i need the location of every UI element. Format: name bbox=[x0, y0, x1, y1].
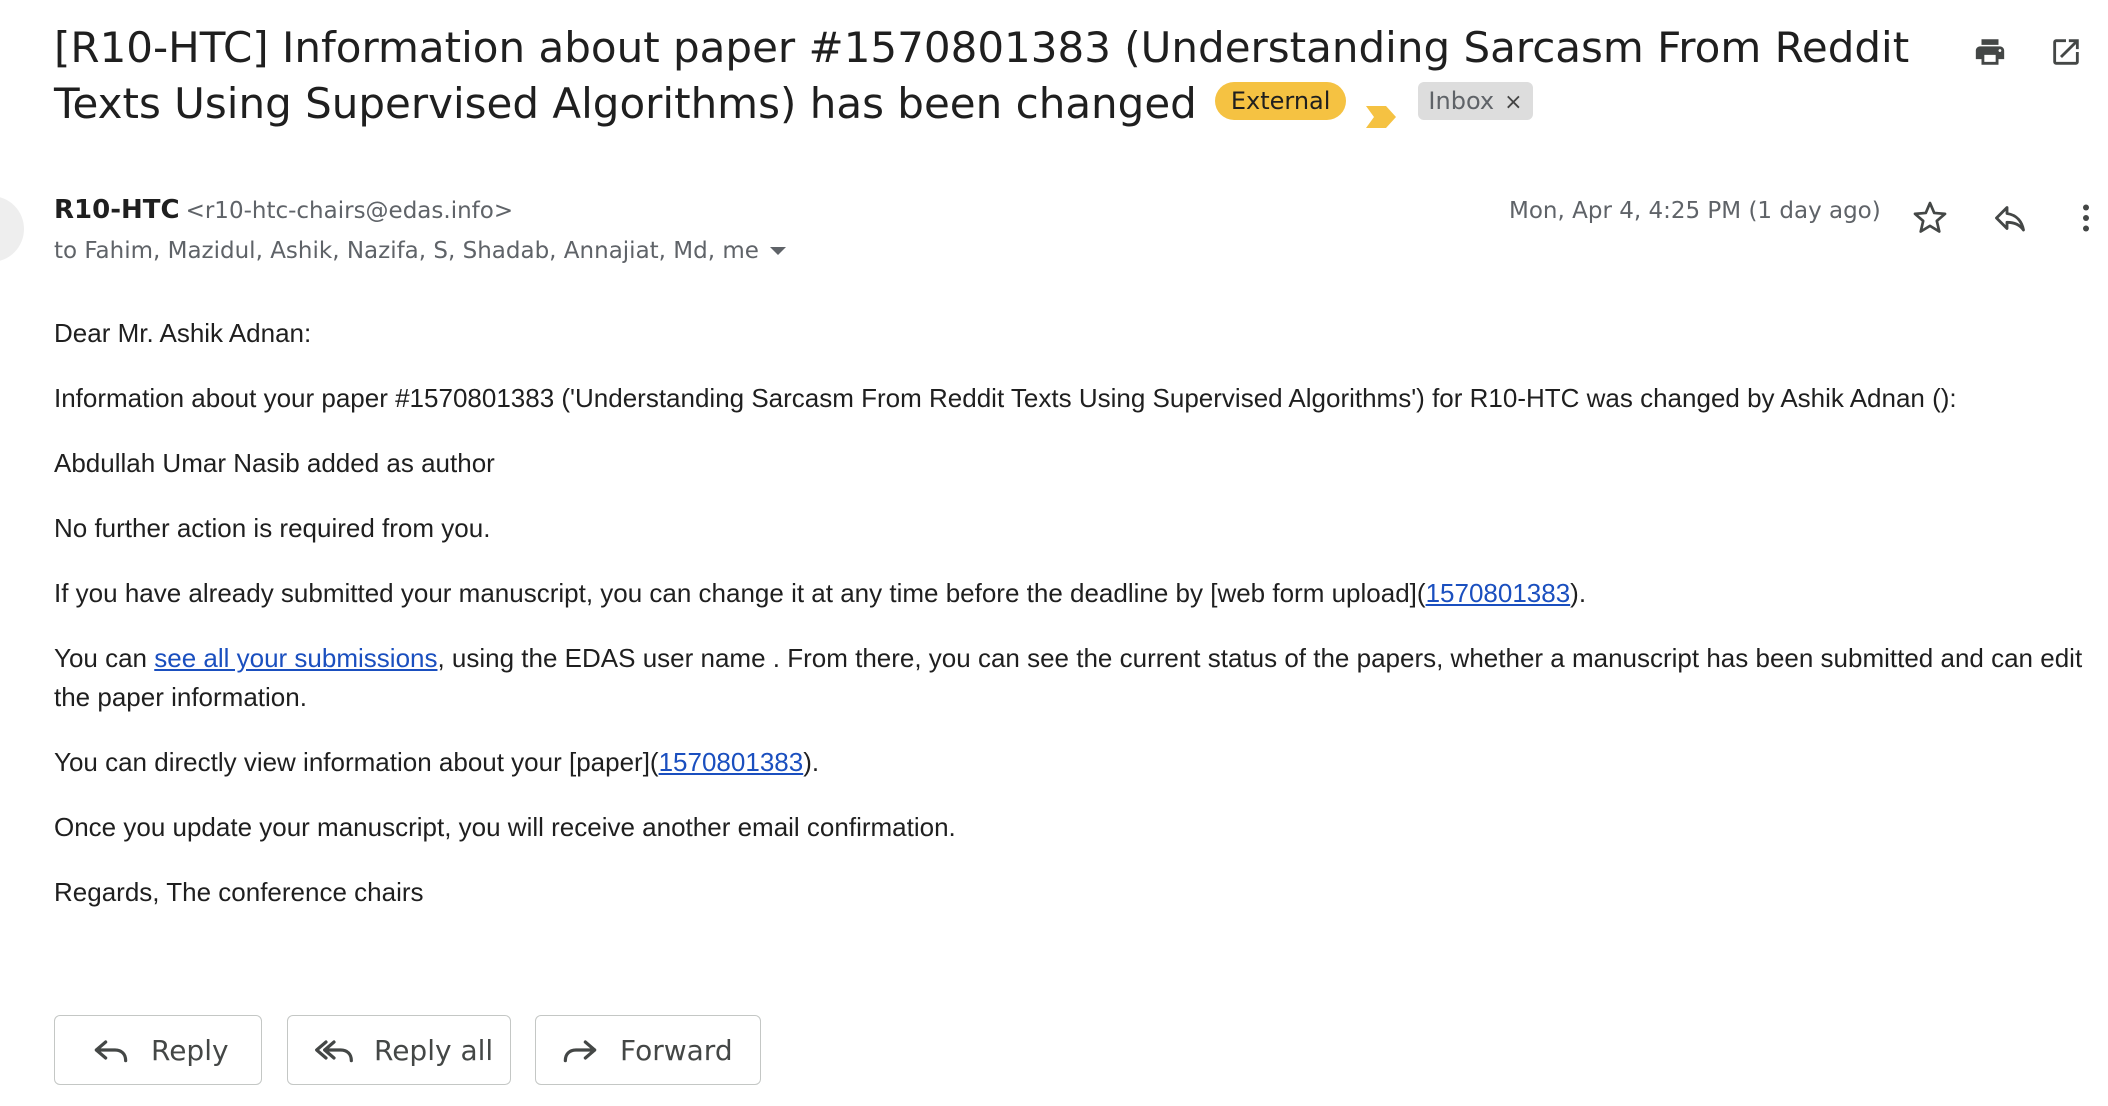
star-button[interactable] bbox=[1908, 196, 1952, 240]
body-text: You can directly view information about … bbox=[54, 747, 659, 777]
caret-down-icon[interactable] bbox=[769, 233, 787, 267]
avatar[interactable] bbox=[0, 196, 24, 262]
email-subject: [R10-HTC] Information about paper #15708… bbox=[54, 20, 1934, 132]
reply-icon bbox=[1995, 206, 2025, 232]
external-label-chip: External bbox=[1214, 81, 1347, 120]
body-paragraph: If you have already submitted your manus… bbox=[54, 574, 2084, 613]
open-in-new-window-button[interactable] bbox=[2044, 30, 2088, 74]
recipients-line: to Fahim, Mazidul, Ashik, Nazifa, S, Sha… bbox=[54, 234, 787, 269]
forward-icon bbox=[563, 1040, 597, 1063]
sender-name[interactable]: R10-HTC bbox=[54, 195, 180, 225]
body-paragraph: No further action is required from you. bbox=[54, 513, 491, 543]
email-date: Mon, Apr 4, 4:25 PM (1 day ago) bbox=[1509, 198, 1881, 224]
remove-label-icon[interactable]: × bbox=[1504, 90, 1522, 115]
more-options-button[interactable] bbox=[2064, 196, 2108, 240]
forward-label: Forward bbox=[620, 1033, 733, 1067]
inbox-label-text: Inbox bbox=[1428, 86, 1495, 115]
body-signature: Regards, The conference chairs bbox=[54, 877, 424, 907]
subject-text: [R10-HTC] Information about paper #15708… bbox=[54, 23, 1910, 128]
reply-all-action-button[interactable]: Reply all bbox=[287, 1015, 511, 1085]
subject-toolbar bbox=[1968, 30, 2108, 74]
body-paragraph: You can see all your submissions, using … bbox=[54, 639, 2084, 717]
reply-all-icon bbox=[315, 1040, 353, 1063]
reply-all-label: Reply all bbox=[374, 1033, 494, 1067]
reply-button[interactable] bbox=[1988, 196, 2032, 240]
body-text: ). bbox=[1570, 578, 1587, 608]
open-in-new-window-icon bbox=[2053, 39, 2079, 65]
print-button[interactable] bbox=[1968, 30, 2012, 74]
body-paragraph: Information about your paper #1570801383… bbox=[54, 383, 1957, 413]
reply-icon bbox=[94, 1040, 128, 1063]
print-icon bbox=[1975, 39, 2005, 65]
body-text: You can bbox=[54, 643, 155, 673]
subject-header: [R10-HTC] Information about paper #15708… bbox=[54, 20, 1934, 132]
body-text: ). bbox=[803, 747, 820, 777]
paper-upload-link[interactable]: 1570801383 bbox=[1426, 578, 1571, 608]
inbox-label-chip: Inbox × bbox=[1418, 81, 1533, 120]
forward-action-button[interactable]: Forward bbox=[535, 1015, 761, 1085]
body-text: If you have already submitted your manus… bbox=[54, 578, 1426, 608]
email-body: Dear Mr. Ashik Adnan: Information about … bbox=[54, 314, 2084, 938]
sender-email: <r10-htc-chairs@edas.info> bbox=[185, 198, 514, 224]
body-paragraph: You can directly view information about … bbox=[54, 743, 2084, 782]
reply-label: Reply bbox=[151, 1033, 229, 1067]
body-paragraph: Abdullah Umar Nasib added as author bbox=[54, 448, 495, 478]
more-vert-icon bbox=[2083, 204, 2089, 232]
body-greeting: Dear Mr. Ashik Adnan: bbox=[54, 318, 312, 348]
importance-marker-icon[interactable] bbox=[1364, 88, 1398, 128]
star-icon bbox=[1913, 201, 1947, 233]
recipients-text: to Fahim, Mazidul, Ashik, Nazifa, S, Sha… bbox=[54, 238, 759, 264]
body-paragraph: Once you update your manuscript, you wil… bbox=[54, 812, 956, 842]
email-view: [R10-HTC] Information about paper #15708… bbox=[0, 0, 2108, 1106]
sender-info: R10-HTC <r10-htc-chairs@edas.info> bbox=[54, 192, 513, 229]
sender-row: R10-HTC <r10-htc-chairs@edas.info> to Fah… bbox=[54, 192, 2104, 282]
paper-info-link[interactable]: 1570801383 bbox=[659, 747, 804, 777]
reply-action-button[interactable]: Reply bbox=[54, 1015, 262, 1085]
see-all-submissions-link[interactable]: see all your submissions bbox=[154, 643, 437, 673]
